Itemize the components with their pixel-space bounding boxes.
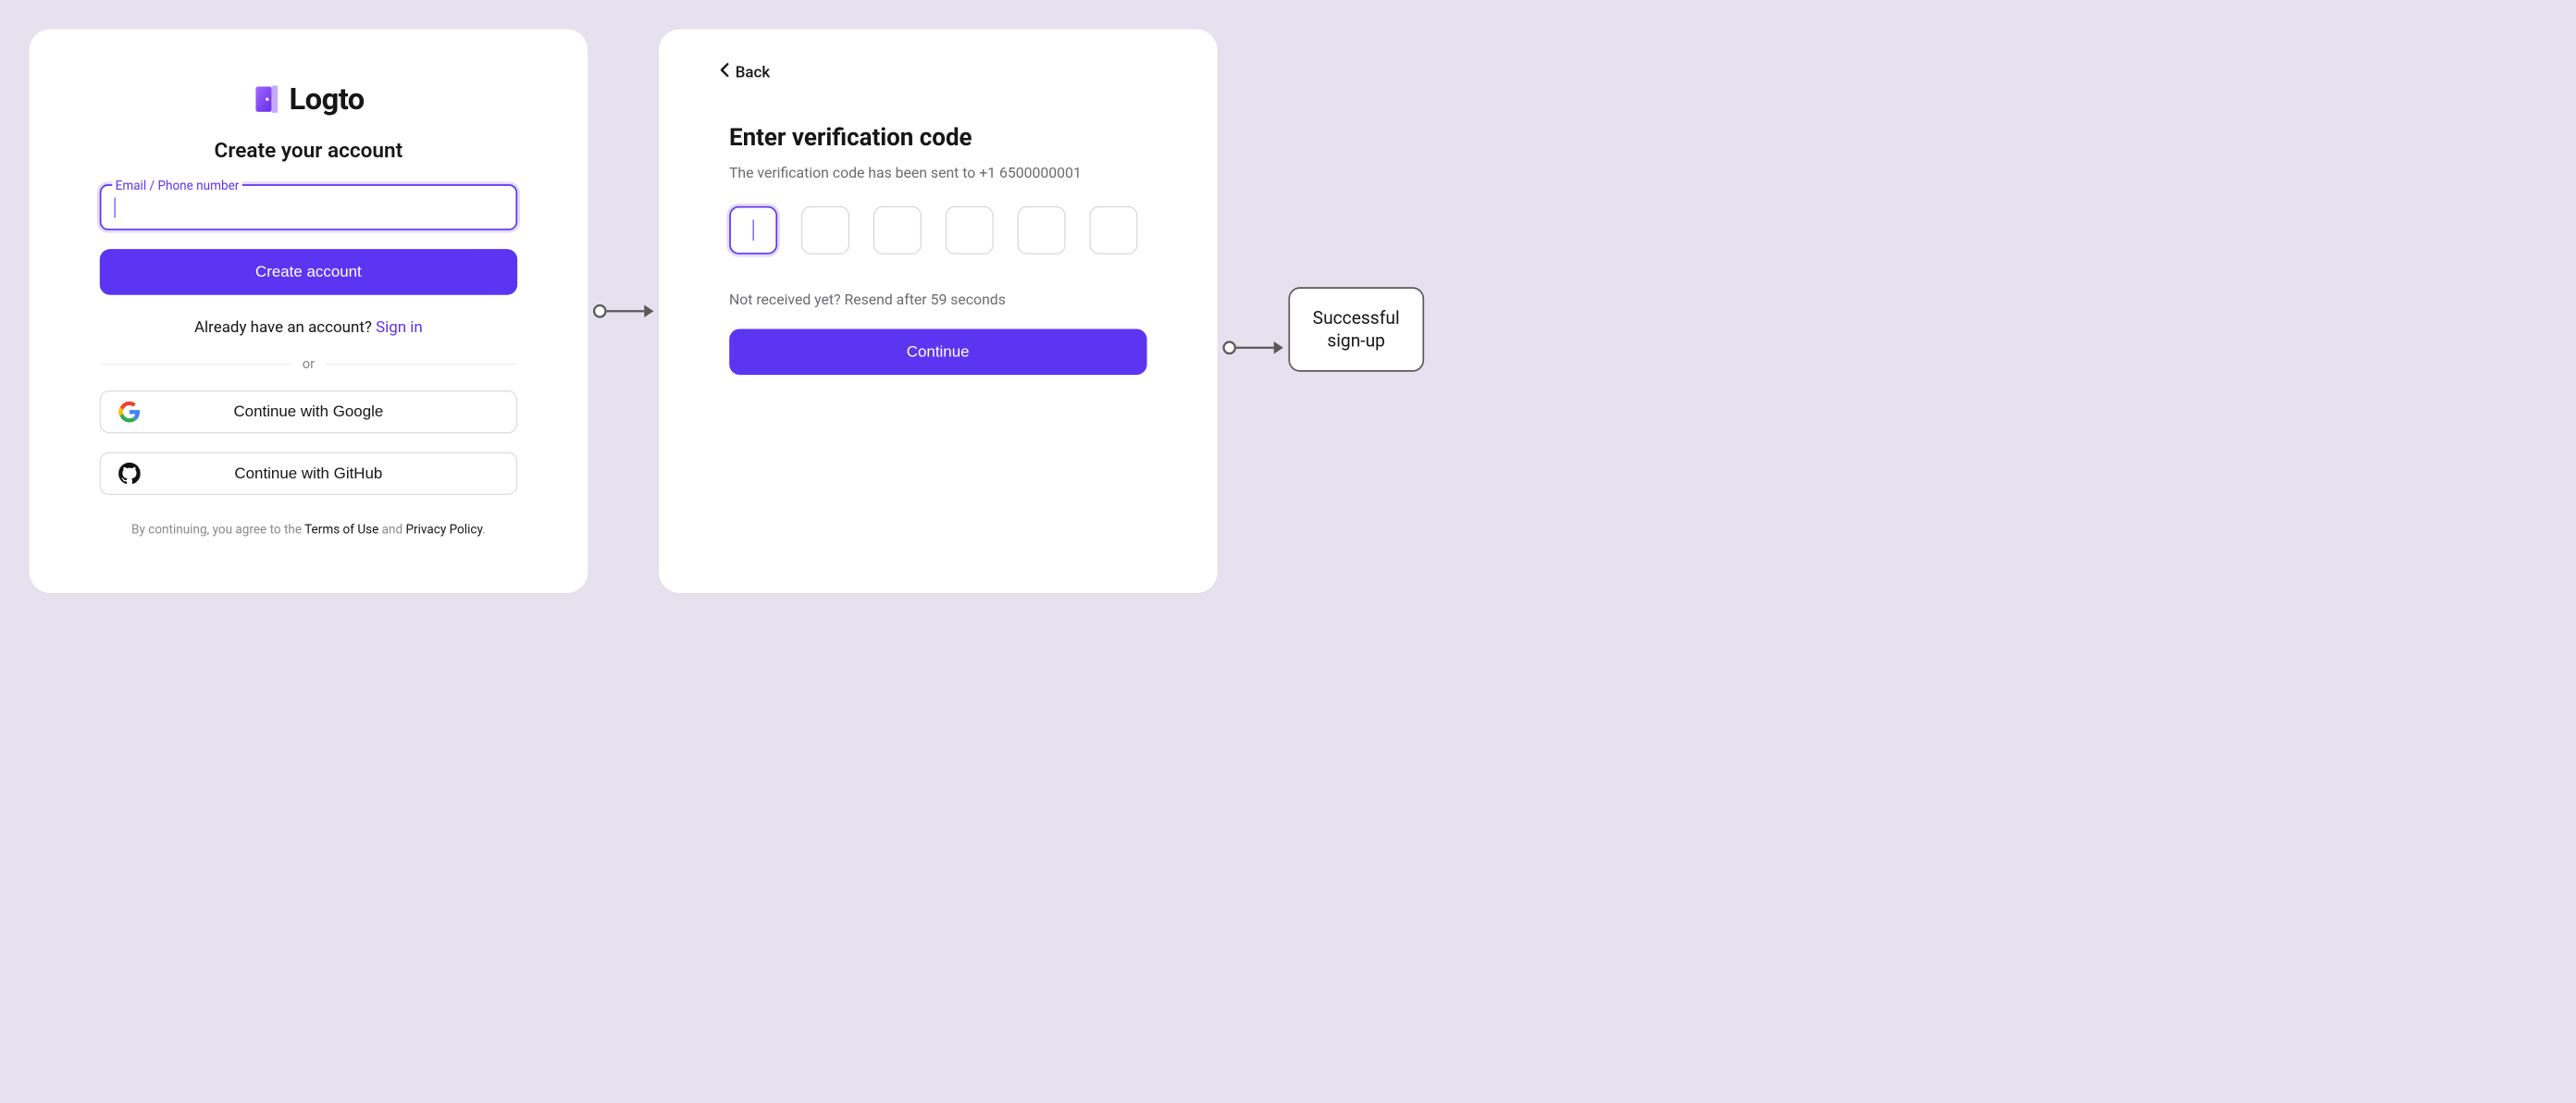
disclaimer-and: and (378, 522, 405, 537)
back-button[interactable]: Back (719, 63, 771, 81)
back-label: Back (736, 63, 770, 81)
otp-digit-6[interactable] (1089, 206, 1137, 254)
success-chip: Successful sign-up (1288, 287, 1424, 372)
brand-name: Logto (290, 81, 365, 117)
otp-digit-3[interactable] (873, 206, 922, 254)
otp-digit-2[interactable] (801, 206, 849, 254)
otp-digit-5[interactable] (1017, 206, 1065, 254)
verify-sub-number: +1 6500000001 (979, 164, 1082, 181)
arrow-line (1236, 347, 1274, 349)
divider-line-left (100, 364, 292, 365)
social-divider: or (100, 356, 517, 372)
arrow-head-icon (644, 304, 653, 317)
arrow-start-icon (593, 304, 607, 318)
arrow-start-icon (1222, 341, 1236, 354)
otp-digit-1[interactable] (729, 206, 777, 254)
arrow-head-icon (1273, 341, 1282, 354)
github-button-label: Continue with GitHub (101, 465, 516, 482)
identifier-field[interactable]: Email / Phone number (100, 184, 517, 230)
verify-card: Back Enter verification code The verific… (659, 30, 1218, 593)
continue-google-button[interactable]: Continue with Google (100, 390, 517, 433)
legal-disclaimer: By continuing, you agree to the Terms of… (131, 522, 486, 537)
signin-link[interactable]: Sign in (376, 318, 423, 337)
divider-line-right (325, 364, 517, 365)
success-line-2: sign-up (1313, 329, 1400, 353)
flow-diagram: Logto Create your account Email / Phone … (0, 0, 1454, 623)
disclaimer-prefix: By continuing, you agree to the (131, 522, 304, 537)
create-account-button[interactable]: Create account (100, 249, 517, 295)
verify-subtitle: The verification code has been sent to +… (729, 164, 1082, 181)
signup-card: Logto Create your account Email / Phone … (30, 30, 588, 593)
flow-arrow-1 (588, 30, 659, 593)
resend-text: Not received yet? Resend after 59 second… (729, 291, 1006, 308)
terms-link[interactable]: Terms of Use (304, 522, 378, 537)
arrow-line (606, 310, 644, 312)
disclaimer-suffix: . (482, 522, 486, 537)
privacy-link[interactable]: Privacy Policy (405, 522, 482, 537)
success-line-1: Successful (1313, 306, 1400, 329)
google-button-label: Continue with Google (101, 403, 516, 421)
divider-text: or (303, 356, 315, 372)
input-caret (752, 220, 753, 242)
chevron-left-icon (719, 63, 730, 81)
continue-button[interactable]: Continue (729, 328, 1146, 375)
logto-logo-icon (253, 84, 282, 114)
signin-prefix: Already have an account? (194, 318, 372, 337)
resend-suffix: seconds (947, 291, 1006, 308)
continue-github-button[interactable]: Continue with GitHub (100, 452, 517, 495)
signin-prompt: Already have an account? Sign in (194, 318, 423, 337)
otp-input-row (729, 206, 1137, 254)
identifier-label: Email / Phone number (112, 178, 242, 192)
signup-title: Create your account (215, 138, 403, 163)
resend-seconds: 59 (931, 291, 947, 308)
brand-row: Logto (253, 81, 365, 117)
input-caret (114, 198, 115, 217)
verify-sub-prefix: The verification code has been sent to (729, 164, 979, 181)
verify-title: Enter verification code (729, 123, 972, 151)
flow-arrow-2 (1217, 30, 1288, 593)
resend-prefix: Not received yet? Resend after (729, 291, 931, 308)
otp-digit-4[interactable] (946, 206, 994, 254)
